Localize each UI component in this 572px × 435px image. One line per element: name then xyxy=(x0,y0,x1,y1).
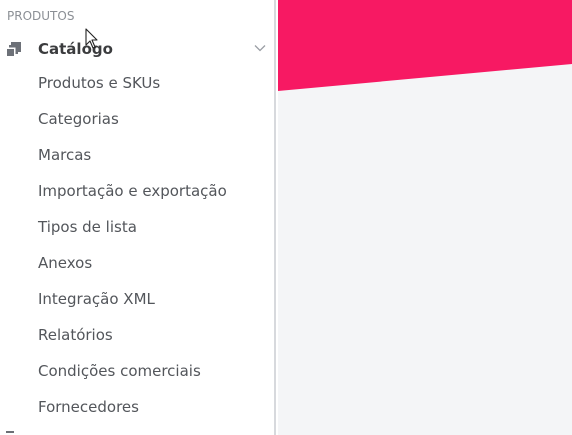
sidebar-item-label: Condições comerciais xyxy=(38,362,201,380)
sidebar-item-label: Importação e exportação xyxy=(38,182,227,200)
section-title: PRODUTOS xyxy=(7,9,75,23)
header-banner xyxy=(278,0,572,91)
sidebar-item-label: Anexos xyxy=(38,254,93,272)
next-section-icon xyxy=(6,431,14,433)
sidebar-item-fornecedores[interactable]: Fornecedores xyxy=(0,396,274,432)
sidebar-item-anexos[interactable]: Anexos xyxy=(0,252,274,288)
sidebar-item-marcas[interactable]: Marcas xyxy=(0,144,274,180)
sidebar-item-label: Produtos e SKUs xyxy=(38,74,161,92)
sidebar-item-tipos-lista[interactable]: Tipos de lista xyxy=(0,216,274,252)
main-content xyxy=(278,0,572,435)
sidebar-item-label: Categorias xyxy=(38,110,119,128)
catalog-submenu: Produtos e SKUs Categorias Marcas Import… xyxy=(0,72,274,432)
catalog-category[interactable]: Catálogo xyxy=(0,40,274,62)
sidebar-item-produtos-skus[interactable]: Produtos e SKUs xyxy=(0,72,274,108)
sidebar-item-integracao-xml[interactable]: Integração XML xyxy=(0,288,274,324)
sidebar-item-label: Integração XML xyxy=(38,290,155,308)
chevron-down-icon[interactable] xyxy=(254,44,266,52)
sidebar-item-label: Fornecedores xyxy=(38,398,139,416)
sidebar-item-label: Relatórios xyxy=(38,326,113,344)
sidebar-item-relatorios[interactable]: Relatórios xyxy=(0,324,274,360)
sidebar-item-label: Marcas xyxy=(38,146,92,164)
catalog-icon xyxy=(7,42,21,56)
sidebar-item-categorias[interactable]: Categorias xyxy=(0,108,274,144)
sidebar-item-importacao-exportacao[interactable]: Importação e exportação xyxy=(0,180,274,216)
mouse-cursor-icon xyxy=(85,28,98,49)
catalog-label: Catálogo xyxy=(38,40,113,58)
sidebar-item-condicoes-comerciais[interactable]: Condições comerciais xyxy=(0,360,274,396)
sidebar: PRODUTOS Catálogo Produtos e SKUs Catego… xyxy=(0,0,276,435)
sidebar-item-label: Tipos de lista xyxy=(38,218,137,236)
